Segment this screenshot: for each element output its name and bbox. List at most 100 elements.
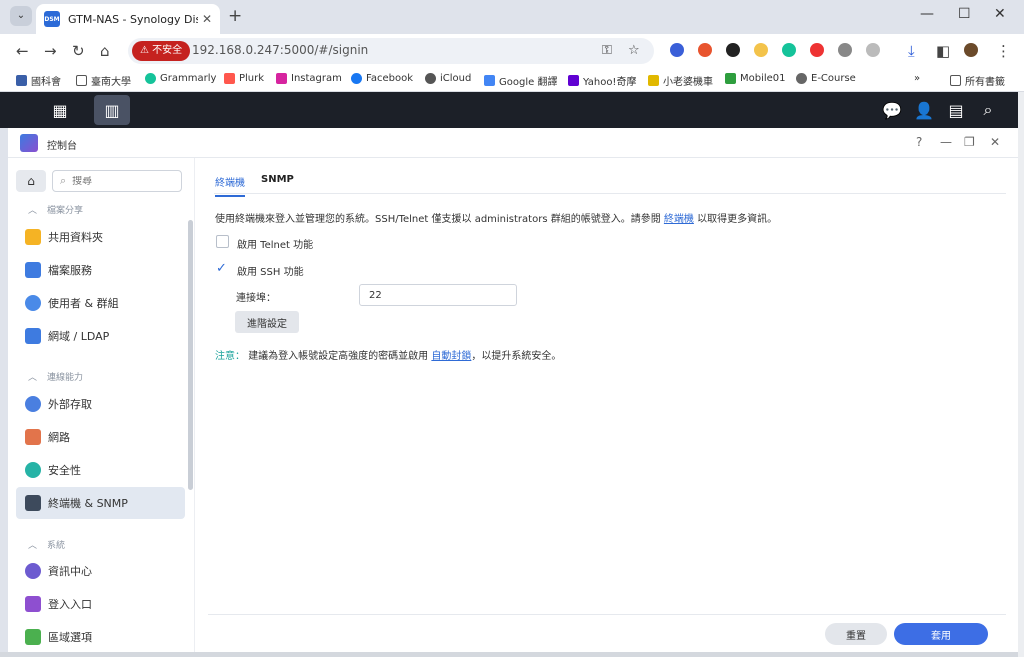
all-bookmarks-folder[interactable]: 所有書籤 [950,73,1005,88]
folder-icon [25,229,41,245]
port-input[interactable] [359,284,517,306]
folder-icon [76,75,87,86]
bookmark-item[interactable]: Plurk [224,73,264,84]
minimize-icon[interactable]: — [920,6,934,22]
facebook-icon [351,73,362,84]
sidebar-item-file-services[interactable]: 檔案服務 [16,254,185,286]
mobile01-icon [725,73,736,84]
extension-icon[interactable] [754,43,768,57]
terminal-help-link[interactable]: 終端機 [664,214,694,225]
menu-icon[interactable]: ⋮ [996,42,1011,60]
extension-icon[interactable] [838,43,852,57]
section-header[interactable]: ︿ 檔案分享 [28,203,83,216]
tab-search-button[interactable]: ⌄ [10,6,32,26]
minimize-icon[interactable]: — [940,135,952,149]
bookmark-star-icon[interactable]: ☆ [628,43,640,58]
auto-block-link[interactable]: 自動封鎖 [431,351,471,362]
reload-icon[interactable]: ↻ [72,42,85,60]
instagram-icon [276,73,287,84]
section-header[interactable]: ︿ 系統 [28,538,65,551]
bookmark-item[interactable]: 臺南大學 [76,73,131,88]
forward-icon[interactable]: → [44,42,57,60]
bookmark-icon [648,75,659,86]
bookmark-item[interactable]: iCloud [425,73,471,84]
tab-bar: 終端機 SNMP [214,172,1006,197]
url-text: 192.168.0.247:5000/#/signin [192,43,369,57]
bookmark-item[interactable]: Grammarly [145,73,216,84]
close-window-icon[interactable]: ✕ [994,6,1006,22]
apply-button[interactable]: 套用 [894,623,988,645]
sidebar-item-users[interactable]: 使用者 & 群組 [16,287,185,319]
home-button[interactable]: ⌂ [16,170,46,192]
sidebar-scrollbar[interactable] [188,220,193,490]
maximize-icon[interactable]: ☐ [958,6,971,22]
sidebar-item-info-center[interactable]: 資訊中心 [16,555,185,587]
search-icon[interactable]: ⌕ [970,95,1006,125]
grammarly-icon[interactable] [782,43,796,57]
close-icon[interactable]: ✕ [990,135,1000,149]
key-icon[interactable]: ⚿ [602,43,612,58]
bookmarks-bar: 國科會 臺南大學 Grammarly Plurk Instagram Faceb… [0,68,1024,92]
plurk-icon [224,73,235,84]
reset-button[interactable]: 重置 [825,623,887,645]
footer: 重置 套用 [208,614,1006,652]
control-panel-icon [20,134,38,152]
sidebar-item-terminal-snmp[interactable]: 終端機 & SNMP [16,487,185,519]
sidebar-item-regional-options[interactable]: 區域選項 [16,621,185,652]
sidebar-item-domain[interactable]: 網域 / LDAP [16,320,185,352]
extension-icon[interactable] [698,43,712,57]
google-translate-icon [484,75,495,86]
main-menu-icon[interactable]: ▦ [42,95,78,125]
sidebar-item-external-access[interactable]: 外部存取 [16,388,185,420]
insecure-badge[interactable]: ⚠ 不安全 [132,41,191,61]
user-icon[interactable]: 👤 [906,95,942,125]
bookmark-item[interactable]: Facebook [351,73,413,84]
home-icon[interactable]: ⌂ [100,42,110,60]
grammarly-icon [145,73,156,84]
users-icon [25,295,41,311]
section-header[interactable]: ︿ 連線能力 [28,370,83,383]
side-panel-icon[interactable]: ◧ [936,42,950,60]
back-icon[interactable]: ← [16,42,29,60]
bookmark-item[interactable]: Yahoo!奇摩 [568,73,636,88]
bookmark-item[interactable]: 小老婆機車 [648,73,713,88]
bookmark-item[interactable]: Mobile01 [725,73,786,84]
new-tab-button[interactable]: + [228,6,242,26]
tab-close-icon[interactable]: ✕ [202,12,212,26]
extensions-puzzle-icon[interactable] [866,43,880,57]
sidebar-item-login-portal[interactable]: 登入入口 [16,588,185,620]
bookmark-item[interactable]: E-Course [796,73,856,84]
bookmark-item[interactable]: Google 翻譯 [484,73,557,88]
bookmark-item[interactable]: Instagram [276,73,342,84]
chevron-up-icon: ︿ [28,206,38,216]
control-panel-window: 控制台 ? — ❐ ✕ ⌂ ⌕ ︿檔案分享 共用資料夾 檔案服務 使用者 & 群… [8,128,1018,652]
search-box[interactable]: ⌕ [52,170,182,192]
tab-terminal[interactable]: 終端機 [215,174,245,197]
desktop-strip [0,652,1018,657]
ssh-checkbox[interactable]: ✓ [216,262,229,275]
sidebar-item-network[interactable]: 網路 [16,421,185,453]
notifications-icon[interactable]: 💬 [874,95,910,125]
help-icon[interactable]: ? [916,135,922,149]
address-bar[interactable]: ⚠ 不安全 192.168.0.247:5000/#/signin ⚿ ☆ [128,38,654,64]
extension-icon[interactable] [670,43,684,57]
profile-avatar[interactable] [964,43,978,57]
restore-icon[interactable]: ❐ [964,135,975,149]
sidebar-item-security[interactable]: 安全性 [16,454,185,486]
telnet-checkbox[interactable] [216,235,229,248]
yahoo-icon [568,75,579,86]
control-panel-taskbar-icon[interactable]: ▥ [94,95,130,125]
tab-snmp[interactable]: SNMP [261,174,294,185]
bookmarks-more-button[interactable]: » [914,73,920,84]
advanced-settings-button[interactable]: 進階設定 [235,311,299,333]
browser-tab[interactable]: DSM GTM-NAS - Synology DiskSta ✕ [36,4,220,34]
search-input[interactable] [72,175,169,187]
network-icon [25,429,41,445]
extension-icon[interactable] [726,43,740,57]
download-icon[interactable]: ⤓ [908,42,915,60]
sidebar-item-shared-folder[interactable]: 共用資料夾 [16,221,185,253]
extension-icon[interactable] [810,43,824,57]
bookmark-item[interactable]: 國科會 [16,73,61,88]
widgets-icon[interactable]: ▤ [938,95,974,125]
info-icon [25,563,41,579]
